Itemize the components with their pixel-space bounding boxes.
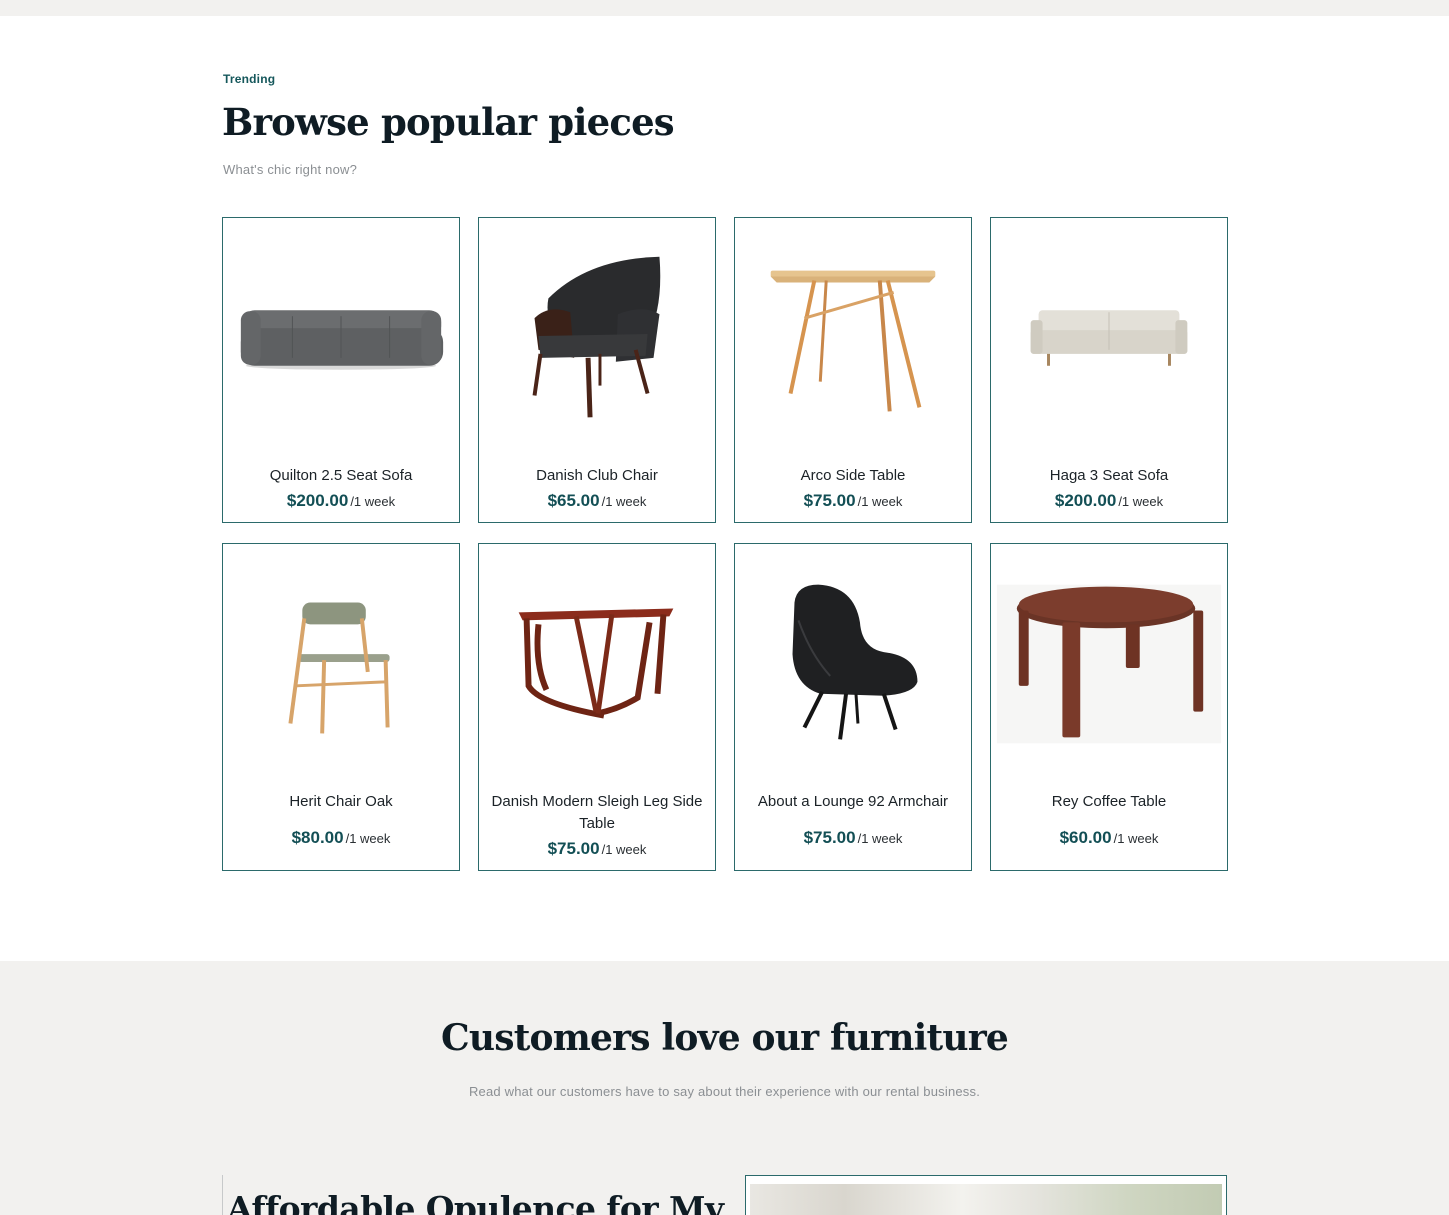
reviews-section: Customers love our furniture Read what o… [0,961,1449,1215]
product-card[interactable]: Rey Coffee Table $60.00/1 week [990,543,1228,871]
sofa-grey-icon [240,310,444,370]
side-table-icon [770,270,936,412]
review-photo [750,1184,1222,1215]
product-card[interactable]: Arco Side Table $75.00/1 week [734,217,972,523]
product-name[interactable]: Rey Coffee Table [999,791,1219,813]
rental-period: /1 week [345,831,391,846]
rental-period: /1 week [857,494,903,509]
rental-period: /1 week [1113,831,1159,846]
price-row: $200.00/1 week [991,491,1227,511]
product-name[interactable]: About a Lounge 92 Armchair [743,791,963,813]
sleigh-table-icon [518,608,674,719]
product-price: $200.00 [1054,491,1117,510]
price-row: $80.00/1 week [223,828,459,848]
sofa-cream-icon [1030,310,1188,366]
product-name[interactable]: Arco Side Table [743,465,963,487]
lounge-chair-icon [792,584,918,740]
product-name[interactable]: Danish Club Chair [487,465,707,487]
product-card[interactable]: Haga 3 Seat Sofa $200.00/1 week [990,217,1228,523]
section-eyebrow: Trending [223,72,276,86]
dining-chair-icon [288,602,390,734]
product-price: $60.00 [1059,828,1112,847]
reviews-title: Customers love our furniture [441,1017,1009,1059]
rental-period: /1 week [857,831,903,846]
price-row: $75.00/1 week [479,839,715,859]
product-price: $75.00 [803,828,856,847]
top-strip [0,0,1449,16]
product-card[interactable]: Quilton 2.5 Seat Sofa $200.00/1 week [222,217,460,523]
product-price: $75.00 [803,491,856,510]
price-row: $75.00/1 week [735,828,971,848]
product-card[interactable]: Danish Club Chair $65.00/1 week [478,217,716,523]
rental-period: /1 week [1118,494,1164,509]
price-row: $65.00/1 week [479,491,715,511]
section-subtitle: What's chic right now? [223,162,358,177]
rental-period: /1 week [350,494,396,509]
section-title: Browse popular pieces [222,100,675,144]
reviews-subtitle: Read what our customers have to say abou… [468,1084,981,1099]
product-price: $65.00 [547,491,600,510]
product-price: $75.00 [547,839,600,858]
coffee-table-icon [996,584,1222,744]
trending-section: Trending Browse popular pieces What's ch… [0,16,1449,961]
product-name[interactable]: Herit Chair Oak [231,791,451,813]
product-name[interactable]: Quilton 2.5 Seat Sofa [231,465,451,487]
price-row: $75.00/1 week [735,491,971,511]
review-heading: Affordable Opulence for My [227,1189,724,1215]
product-name[interactable]: Haga 3 Seat Sofa [999,465,1219,487]
club-chair-icon [532,256,661,418]
rental-period: /1 week [601,842,647,857]
review-image-card [745,1175,1227,1215]
product-card[interactable]: Herit Chair Oak $80.00/1 week [222,543,460,871]
review-text-card: Affordable Opulence for My [222,1175,724,1215]
product-price: $80.00 [291,828,344,847]
price-row: $200.00/1 week [223,491,459,511]
product-price: $200.00 [286,491,349,510]
product-card[interactable]: About a Lounge 92 Armchair $75.00/1 week [734,543,972,871]
rental-period: /1 week [601,494,647,509]
price-row: $60.00/1 week [991,828,1227,848]
product-name[interactable]: Danish Modern Sleigh Leg Side Table [487,791,707,835]
product-card[interactable]: Danish Modern Sleigh Leg Side Table $75.… [478,543,716,871]
